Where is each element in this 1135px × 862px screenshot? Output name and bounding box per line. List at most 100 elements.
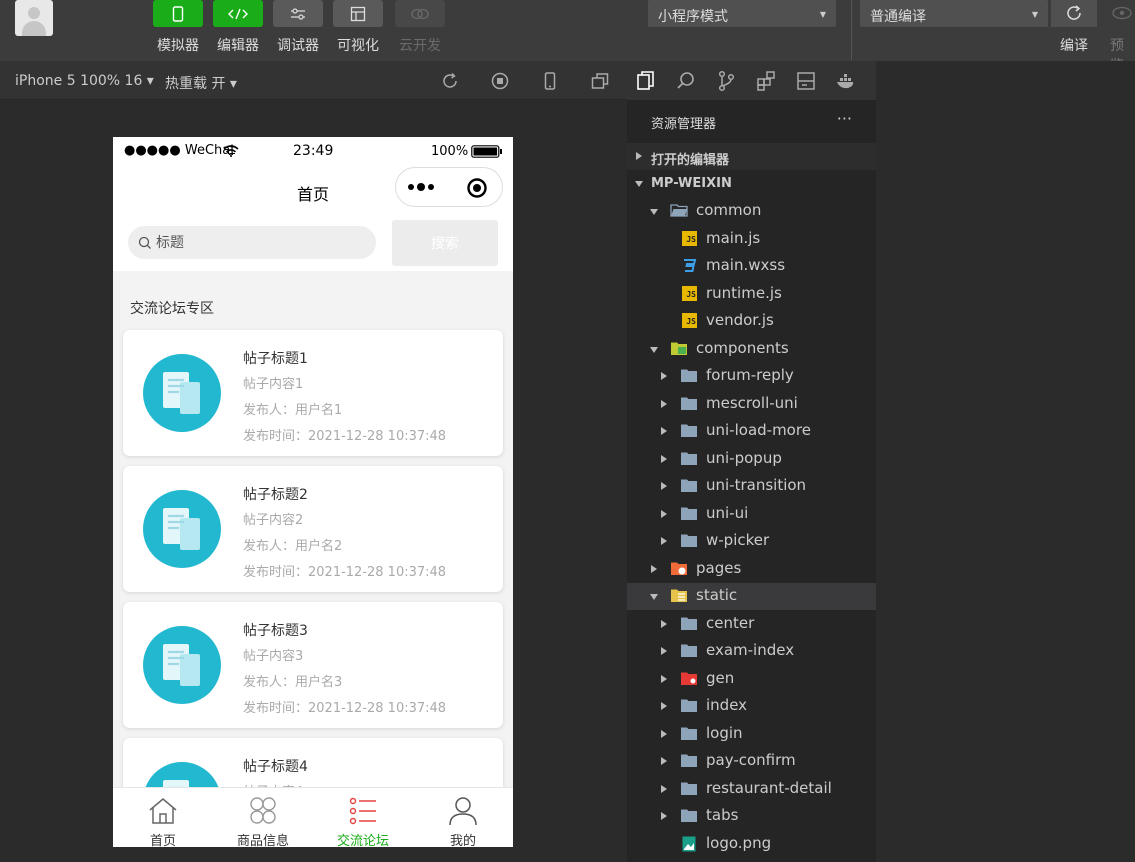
post-title: 帖子标题3 [243, 623, 308, 639]
preview-button[interactable] [1100, 0, 1135, 27]
files-icon[interactable] [635, 70, 657, 92]
tree-item-vendor-js[interactable]: JS vendor.js [627, 308, 876, 335]
tree-item-mescroll-uni[interactable]: mescroll-uni [627, 391, 876, 418]
tree-item-center[interactable]: center [627, 611, 876, 638]
post-card[interactable]: 帖子标题3 帖子内容3 发布人：用户名3 发布时间：2021-12-28 10:… [123, 602, 503, 728]
tab-label: 首页 [149, 834, 176, 847]
phone-icon [172, 5, 184, 22]
chevron-right-icon [661, 812, 667, 820]
compile-button[interactable] [1051, 0, 1097, 27]
tree-item-tabs[interactable]: tabs [627, 803, 876, 830]
editor-button[interactable]: 编辑器 [213, 0, 263, 55]
search-input[interactable] [128, 226, 376, 259]
rotate-icon[interactable] [440, 71, 460, 91]
tree-item-exam-index[interactable]: exam-index [627, 638, 876, 665]
tab-goods[interactable]: 商品信息 [213, 788, 313, 847]
device-select[interactable]: iPhone 5 100% 16 ▾ [15, 73, 154, 89]
cloud-icon [411, 8, 429, 19]
tab-mine[interactable]: 我的 [413, 788, 513, 847]
css-file-icon [682, 258, 700, 273]
tree-item-restaurant-detail[interactable]: restaurant-detail [627, 776, 876, 803]
folder-icon [670, 203, 688, 218]
source-control-icon[interactable] [715, 70, 737, 92]
simulator-button[interactable]: 模拟器 [153, 0, 203, 55]
editor-area [876, 61, 1135, 862]
tree-item-logo-png[interactable]: logo.png [627, 831, 876, 858]
folder-icon [680, 698, 698, 713]
tree-item-label: uni-ui [706, 503, 749, 522]
cloud-button[interactable]: 云开发 [395, 0, 445, 55]
docker-icon[interactable] [835, 70, 857, 92]
section-label: 打开的编辑器 [651, 153, 730, 168]
chevron-right-icon [661, 509, 667, 518]
more-dots-icon[interactable] [407, 181, 439, 193]
folder-icon [680, 368, 698, 383]
post-author: 发布人：用户名3 [243, 675, 343, 690]
tree-item-main-wxss[interactable]: main.wxss [627, 253, 876, 280]
hot-reload-toggle[interactable]: 热重载 开 ▾ [165, 73, 237, 93]
tree-item-runtime-js[interactable]: JS runtime.js [627, 281, 876, 308]
tree-item-index[interactable]: index [627, 693, 876, 720]
tree-item-label: components [696, 338, 789, 357]
explorer-title: 资源管理器 [651, 117, 717, 132]
chevron-right-icon [636, 152, 642, 160]
tab-home[interactable]: 首页 [113, 788, 213, 847]
search-icon [138, 236, 151, 249]
visual-button[interactable]: 可视化 [333, 0, 383, 55]
tree-item-uni-transition[interactable]: uni-transition [627, 473, 876, 500]
tree-item-pages[interactable]: pages [627, 556, 876, 583]
detach-icon[interactable] [590, 71, 610, 91]
folder-icon [670, 588, 688, 603]
debugger-label: 调试器 [277, 38, 319, 54]
device-icon[interactable] [540, 71, 560, 91]
user-avatar[interactable] [15, 0, 53, 36]
tree-item-pay-confirm[interactable]: pay-confirm [627, 748, 876, 775]
chevron-right-icon [661, 702, 667, 710]
more-icon[interactable]: ··· [837, 109, 852, 128]
tree-item-uni-load-more[interactable]: uni-load-more [627, 418, 876, 445]
tree-item-label: common [696, 201, 762, 219]
project-section[interactable]: MP-WEIXIN [627, 170, 876, 197]
tree-item-static[interactable]: static [627, 583, 876, 610]
tree-item-uni-ui[interactable]: uni-ui [627, 501, 876, 528]
wifi-icon [223, 145, 239, 157]
folder-icon [680, 616, 698, 631]
chevron-right-icon [661, 729, 667, 738]
simulator-area: ●●●●● WeChat 23:49 100% 首页 搜索 交流论坛专区 帖子标… [0, 100, 626, 862]
simulator-label: 模拟器 [157, 38, 199, 54]
compile-mode-select[interactable]: 普通编译 ▼ [860, 0, 1048, 27]
folder-icon [680, 726, 698, 741]
js-file-icon: JS [682, 285, 700, 301]
search-button[interactable]: 搜索 [392, 220, 498, 266]
chevron-right-icon [661, 454, 667, 463]
tree-item-forum-reply[interactable]: forum-reply [627, 363, 876, 390]
stop-icon[interactable] [490, 71, 510, 91]
folder-icon [680, 506, 698, 521]
tree-item-label: vendor.js [706, 311, 774, 329]
search-icon[interactable] [675, 70, 697, 92]
post-card[interactable]: 帖子标题1 帖子内容1 发布人：用户名1 发布时间：2021-12-28 10:… [123, 330, 503, 456]
extensions-icon[interactable] [755, 70, 777, 92]
chevron-down-icon: ▼ [1031, 10, 1038, 19]
document-icon [143, 354, 221, 432]
tree-item-gen[interactable]: gen [627, 666, 876, 693]
capsule-menu[interactable] [395, 167, 503, 207]
tree-item-components[interactable]: components [627, 336, 876, 363]
tree-item-common[interactable]: common [627, 198, 876, 225]
mode-select[interactable]: 小程序模式 ▼ [648, 0, 836, 27]
post-card[interactable]: 帖子标题2 帖子内容2 发布人：用户名2 发布时间：2021-12-28 10:… [123, 466, 503, 592]
section-title: 交流论坛专区 [130, 301, 214, 317]
tab-forum[interactable]: 交流论坛 [313, 788, 413, 847]
save-icon[interactable] [795, 70, 817, 92]
tab-bar: 首页 商品信息 交流论坛 我的 [113, 787, 513, 847]
tree-item-uni-popup[interactable]: uni-popup [627, 446, 876, 473]
chevron-down-icon: ▼ [819, 10, 826, 19]
section-label: MP-WEIXIN [651, 176, 732, 191]
open-editors-section[interactable]: 打开的编辑器 [627, 143, 876, 170]
tree-item-login[interactable]: login [627, 721, 876, 748]
mode-select-value: 小程序模式 [658, 9, 728, 25]
tree-item-w-picker[interactable]: w-picker [627, 528, 876, 555]
close-target-icon[interactable] [466, 177, 488, 199]
debugger-button[interactable]: 调试器 [273, 0, 323, 55]
tree-item-main-js[interactable]: JS main.js [627, 226, 876, 253]
